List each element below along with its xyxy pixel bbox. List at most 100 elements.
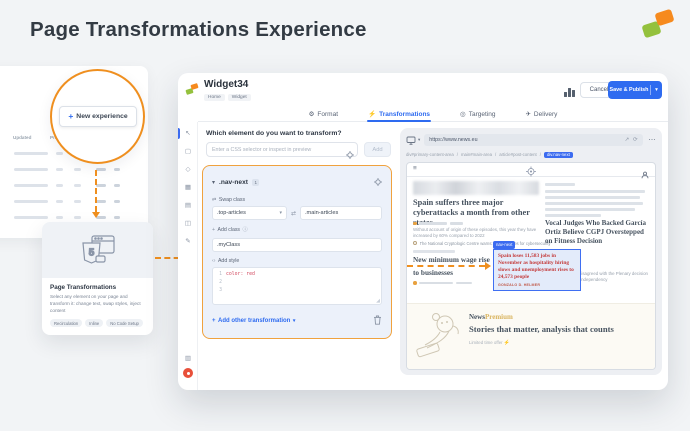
page-title: Page Transformations Experience — [30, 18, 367, 42]
code-icon: ‹› — [212, 258, 215, 264]
path-separator: / — [540, 152, 541, 157]
tab-bar: ⚙ Format ⚡ Transformations ◎ Targeting ✈… — [198, 104, 668, 122]
breadcrumb: Home Widget — [204, 94, 251, 101]
breadcrumb-home[interactable]: Home — [204, 94, 225, 101]
docs-icon[interactable]: ▥ — [178, 354, 198, 362]
site-preview-viewport: ≡ Spain suffers three major cyb — [406, 162, 656, 370]
news-site-emblem-icon[interactable] — [526, 164, 537, 182]
blocks-icon[interactable]: ▤ — [178, 201, 198, 209]
swap-from-select[interactable]: .top-articles ▾ — [212, 206, 287, 220]
tab-delivery[interactable]: ✈ Delivery — [524, 104, 558, 121]
code-line: 3 — [213, 287, 381, 295]
nav-next-byline: GONZALO D. HELMER — [498, 283, 576, 287]
news-premium-promo[interactable]: NewsPremium Stories that matter, analysi… — [407, 303, 655, 370]
app-logo-icon — [186, 83, 199, 96]
edit-icon[interactable]: ✎ — [178, 237, 198, 245]
chevron-down-icon[interactable]: ▾ — [651, 87, 662, 93]
path-segment[interactable]: div#primary-content-area — [406, 152, 454, 157]
delete-transformation-icon[interactable] — [373, 312, 382, 330]
new-experience-button[interactable]: + New experience — [59, 106, 137, 127]
resize-handle-icon[interactable]: ◢ — [376, 298, 380, 304]
tab-targeting[interactable]: ◎ Targeting — [459, 104, 496, 121]
second-headline-top[interactable]: New minimum wage rise — [413, 255, 490, 264]
add-class-label-row: + Add class ⓘ — [212, 226, 382, 233]
path-separator: / — [495, 152, 496, 157]
author-icon — [413, 281, 417, 285]
path-segment[interactable]: article#post-content — [499, 152, 537, 157]
info-icon[interactable]: ⓘ — [243, 226, 248, 233]
table-row — [12, 180, 138, 192]
sidebar-headline[interactable]: Vocal Judges Who Backed García Ortiz Bel… — [545, 219, 651, 246]
table-row — [12, 196, 138, 208]
tab-format-label: Format — [317, 111, 338, 118]
news-site-header: ≡ — [407, 163, 655, 177]
add-style-label: Add style — [218, 258, 239, 264]
device-selector[interactable]: ▾ — [406, 136, 420, 145]
sidebar-text-skeleton — [545, 196, 640, 199]
mascot-doodle-illustration — [415, 310, 463, 369]
preview-menu-icon[interactable]: ⋯ — [649, 136, 657, 144]
add-class-input[interactable] — [212, 238, 382, 252]
svg-text:5: 5 — [88, 248, 94, 259]
url-bar[interactable]: https://www.news.eu ↗ ⟳ — [424, 134, 642, 146]
tool-rail: ↖ ▢ ◇ ▦ ▤ ◫ ✎ ▥ — [178, 122, 198, 390]
tag-recirculation: Recirculation — [50, 319, 82, 327]
main-byline — [413, 222, 463, 226]
main-paragraph: Without account of origin of these episo… — [413, 227, 539, 239]
refresh-icon[interactable]: ⟳ — [633, 137, 637, 143]
promo-brand-news: News — [469, 313, 485, 321]
add-selector-button[interactable]: Add — [364, 142, 391, 157]
tab-format[interactable]: ⚙ Format — [308, 104, 339, 121]
page-transformations-card[interactable]: 5 Page Transformations Select any elemen… — [42, 222, 153, 335]
add-other-transformation-button[interactable]: + Add other transformation ▾ — [212, 318, 295, 324]
target-crosshair-icon[interactable] — [374, 173, 382, 191]
bullet-text[interactable]: The National Cryptologic Centre warns: “… — [420, 241, 552, 246]
transformation-header: ▾ .nav-next 1 — [212, 173, 382, 191]
transformation-card: ▾ .nav-next 1 ⇄ Swap class .top-articles — [202, 165, 392, 339]
save-publish-button[interactable]: Save & Publish ▾ — [608, 81, 662, 99]
media-icon[interactable]: ◫ — [178, 219, 198, 227]
inspect-icon[interactable]: ↖ — [178, 129, 198, 137]
swap-icon: ⇄ — [212, 197, 216, 203]
match-count-badge: 1 — [252, 179, 260, 186]
breadcrumb-widget[interactable]: Widget — [228, 94, 251, 101]
account-icon[interactable] — [641, 166, 649, 184]
tag-no-code-setup: No Code Setup — [106, 319, 143, 327]
layers-icon[interactable]: ▢ — [178, 147, 198, 155]
second-headline-bottom[interactable]: to businesses — [413, 268, 453, 277]
style-code-editor[interactable]: 1 color: red 2 3 ◢ — [212, 267, 382, 305]
code-text: color: red — [226, 271, 255, 279]
app-window: Widget34 Home Widget Cancel Save & Publi… — [178, 73, 668, 390]
analytics-icon[interactable] — [564, 84, 578, 97]
card-title: Page Transformations — [50, 284, 145, 291]
tab-transformations[interactable]: ⚡ Transformations — [367, 104, 431, 121]
tag-inline: Inline — [85, 319, 103, 327]
card-description: Select any element on your page and tran… — [50, 294, 145, 314]
path-segment[interactable]: main#main-area — [461, 152, 492, 157]
hamburger-menu-icon[interactable]: ≡ — [413, 166, 417, 173]
help-widget-icon[interactable] — [183, 368, 193, 378]
nav-next-selected-element[interactable]: Spain loses 11,583 jobs in November as h… — [493, 249, 581, 291]
styles-icon[interactable]: ◇ — [178, 165, 198, 173]
promo-brand: NewsPremium — [469, 313, 513, 321]
open-external-icon[interactable]: ↗ — [625, 137, 629, 143]
delivery-icon: ✈ — [525, 110, 530, 118]
tab-targeting-label: Targeting — [469, 111, 496, 118]
swap-from-value: .top-articles — [217, 210, 246, 216]
collapse-chevron-icon[interactable]: ▾ — [212, 179, 215, 186]
bullet-icon — [413, 241, 417, 245]
lightning-icon: ⚡ — [504, 340, 510, 346]
table-row — [12, 164, 138, 176]
line-number: 2 — [213, 279, 226, 287]
swap-to-input[interactable] — [300, 206, 382, 220]
select-caret-icon: ▾ — [279, 210, 282, 216]
selected-element-badge[interactable]: div.nav-next — [544, 152, 573, 158]
add-class-label: Add class — [218, 227, 241, 233]
table-column-updated: Updated — [13, 135, 31, 140]
nav-next-headline: Spain loses 11,583 jobs in November as h… — [498, 253, 576, 281]
layout-icon[interactable]: ▦ — [178, 183, 198, 191]
inspect-crosshair-icon[interactable] — [346, 146, 354, 164]
line-number: 1 — [213, 271, 226, 279]
css-selector-input[interactable] — [206, 142, 358, 157]
article-image — [413, 181, 539, 195]
